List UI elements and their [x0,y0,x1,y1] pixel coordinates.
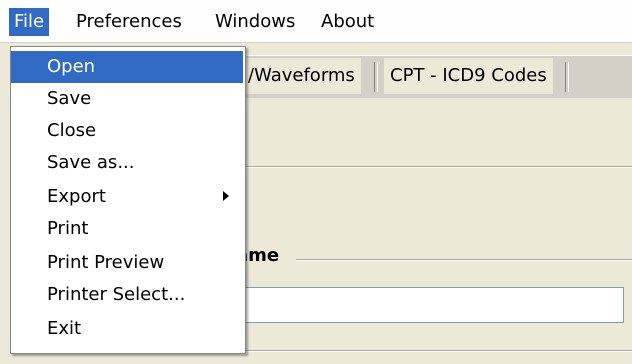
menu-item-export-label: Export [47,186,106,207]
menu-item-print[interactable]: Print [11,213,243,245]
menu-item-exit[interactable]: Exit [11,313,243,345]
menu-windows[interactable]: Windows [210,8,300,36]
menu-preferences[interactable]: Preferences [71,8,187,36]
content-panel: ame [236,98,632,364]
tab-strip: /Waveforms CPT - ICD9 Codes [236,55,632,98]
menu-item-save-as[interactable]: Save as... [11,147,243,179]
tab-separator [374,62,378,92]
menu-item-print-preview[interactable]: Print Preview [11,247,243,279]
menu-item-printer-select[interactable]: Printer Select... [11,279,243,311]
menu-item-save[interactable]: Save [11,83,243,115]
menu-item-close[interactable]: Close [11,115,243,147]
tab-separator [565,62,569,92]
menu-item-export[interactable]: Export [11,181,243,213]
menu-bar: File Preferences Windows About [0,0,632,43]
menu-file[interactable]: File [9,8,50,36]
application-window: File Preferences Windows About /Waveform… [0,0,632,364]
submenu-arrow-icon [223,191,229,201]
name-input[interactable] [236,287,624,323]
menu-about[interactable]: About [316,8,379,36]
bottom-divider [236,350,632,352]
section-divider [236,166,632,168]
tab-cpt-icd9-codes[interactable]: CPT - ICD9 Codes [384,58,553,94]
group-box-border [296,259,632,261]
menu-item-open[interactable]: Open [11,51,243,83]
tab-waveforms[interactable]: /Waveforms [242,58,361,94]
file-menu-dropdown: Open Save Close Save as... Export Print … [10,46,246,354]
